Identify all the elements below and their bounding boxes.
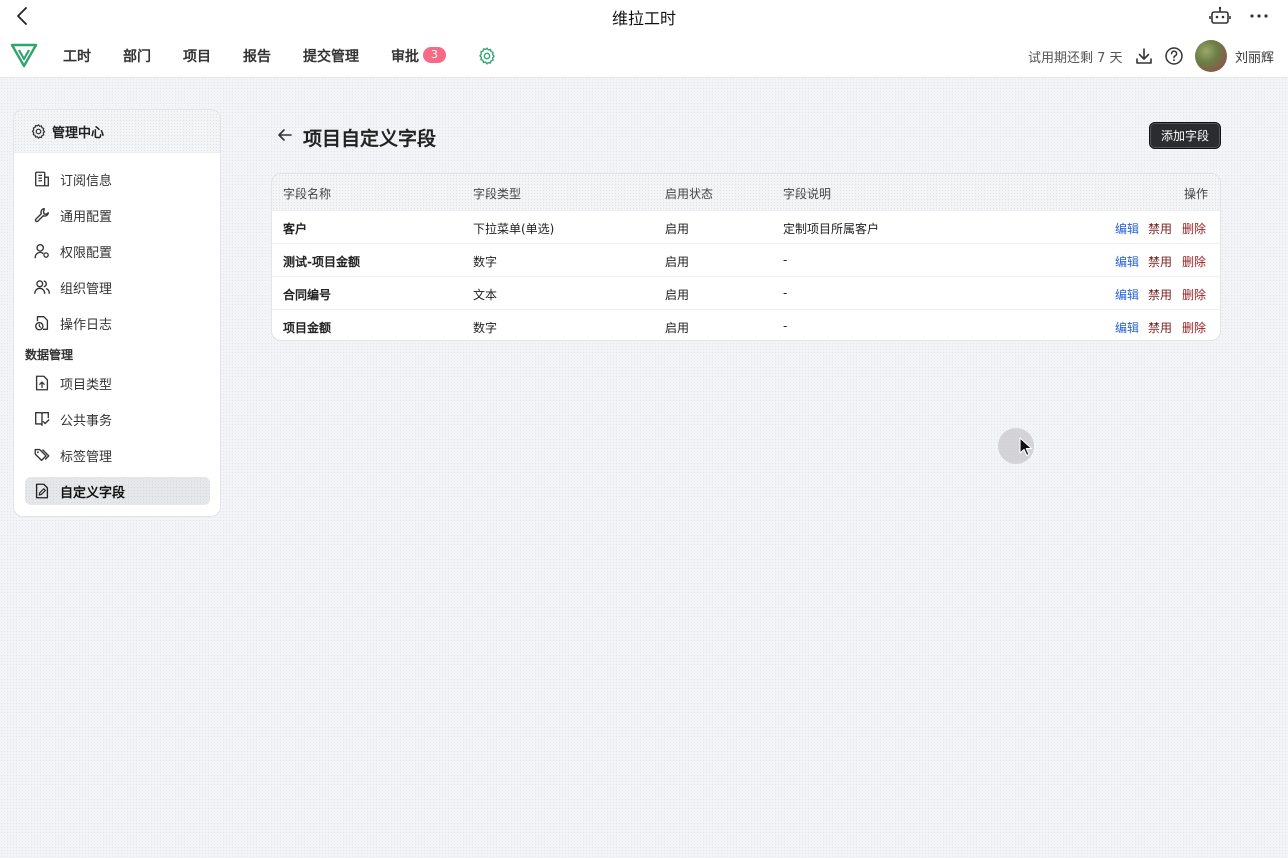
column-header-description: 字段说明 [783, 187, 832, 201]
sidebar-item-label: 项目类型 [60, 377, 113, 393]
column-header-type: 字段类型 [473, 187, 522, 201]
sidebar-item-label: 通用配置 [60, 209, 113, 225]
trial-remaining-text: 试用期还剩 7 天 [1028, 51, 1123, 66]
help-icon[interactable] [1164, 46, 1184, 66]
page-title: 项目自定义字段 [303, 128, 437, 150]
disable-link[interactable]: 禁用 [1148, 286, 1172, 303]
table-row: 合同编号 文本 启用 - 编辑 禁用 删除 [272, 276, 1220, 309]
table-header: 字段名称 字段类型 启用状态 字段说明 操作 [272, 174, 1220, 210]
field-status: 启用 [665, 288, 690, 302]
edit-link[interactable]: 编辑 [1115, 286, 1139, 303]
table-row: 项目金额 数字 启用 - 编辑 禁用 删除 [272, 309, 1220, 340]
column-header-status: 启用状态 [665, 187, 714, 201]
nav-item-hours[interactable]: 工时 [63, 46, 91, 66]
field-type: 数字 [473, 321, 498, 335]
sidebar-item-operation-log[interactable]: 操作日志 [25, 309, 210, 337]
book-check-icon [35, 412, 50, 426]
sidebar-item-label: 组织管理 [60, 281, 113, 297]
custom-fields-table: 字段名称 字段类型 启用状态 字段说明 操作 客户 下拉菜单(单选) 启用 定制… [271, 173, 1221, 341]
chevron-left-icon[interactable] [12, 5, 34, 27]
field-description: - [783, 319, 788, 333]
sidebar-item-project-type[interactable]: 项目类型 [25, 369, 210, 397]
column-header-name: 字段名称 [283, 187, 332, 201]
arrow-left-icon[interactable] [276, 126, 294, 144]
delete-link[interactable]: 删除 [1182, 286, 1206, 303]
users-icon [34, 280, 50, 294]
field-type: 数字 [473, 255, 498, 269]
nav-item-department[interactable]: 部门 [123, 46, 151, 66]
field-status: 启用 [665, 222, 690, 236]
file-clock-icon [35, 316, 49, 331]
approval-count-badge: 3 [423, 47, 446, 63]
disable-link[interactable]: 禁用 [1148, 253, 1172, 270]
building-icon [35, 171, 49, 187]
delete-link[interactable]: 删除 [1182, 253, 1206, 270]
add-field-button[interactable]: 添加字段 [1149, 122, 1221, 149]
title-bar: 维拉工时 [0, 0, 1288, 33]
robot-icon[interactable] [1209, 6, 1231, 26]
sidebar-item-label: 权限配置 [60, 245, 113, 261]
field-type: 文本 [473, 288, 498, 302]
disable-link[interactable]: 禁用 [1148, 319, 1172, 336]
nav-item-project[interactable]: 项目 [183, 46, 211, 66]
delete-link[interactable]: 删除 [1182, 319, 1206, 336]
field-description: - [783, 286, 788, 300]
nav-item-submission[interactable]: 提交管理 [303, 46, 359, 66]
delete-link[interactable]: 删除 [1182, 220, 1206, 237]
app-title: 维拉工时 [611, 8, 676, 28]
field-name: 测试-项目金额 [283, 255, 360, 269]
field-description: - [783, 253, 788, 267]
field-name: 项目金额 [283, 321, 332, 335]
field-type: 下拉菜单(单选) [473, 222, 555, 236]
field-name: 合同编号 [283, 288, 332, 302]
field-status: 启用 [665, 321, 690, 335]
sidebar-item-organization[interactable]: 组织管理 [25, 273, 210, 301]
table-row: 测试-项目金额 数字 启用 - 编辑 禁用 删除 [272, 243, 1220, 276]
file-upload-icon [35, 375, 49, 391]
sidebar-item-label: 公共事务 [60, 413, 113, 429]
mouse-pointer-icon [1019, 437, 1033, 457]
sidebar-title: 管理中心 [52, 125, 105, 141]
gear-icon[interactable] [477, 46, 497, 66]
sidebar-header: 管理中心 [14, 110, 220, 153]
sidebar-item-general-config[interactable]: 通用配置 [25, 201, 210, 229]
field-status: 启用 [665, 255, 690, 269]
tags-icon [34, 448, 50, 462]
file-edit-icon [35, 483, 49, 499]
edit-link[interactable]: 编辑 [1115, 253, 1139, 270]
sidebar-item-permission[interactable]: 权限配置 [25, 237, 210, 265]
edit-link[interactable]: 编辑 [1115, 319, 1139, 336]
sidebar-section-data: 数据管理 [25, 348, 74, 362]
edit-link[interactable]: 编辑 [1115, 220, 1139, 237]
user-name[interactable]: 刘丽辉 [1235, 47, 1274, 66]
column-header-actions: 操作 [1184, 187, 1209, 201]
top-navbar: 工时 部门 项目 报告 提交管理 审批 3 试用期还剩 7 天 刘丽辉 [0, 33, 1288, 78]
sidebar-item-label: 自定义字段 [60, 485, 126, 501]
field-description: 定制项目所属客户 [783, 222, 880, 236]
nav-item-report[interactable]: 报告 [243, 46, 271, 66]
sidebar-item-label: 操作日志 [60, 317, 113, 333]
avatar[interactable] [1195, 40, 1227, 72]
sidebar-item-label: 订阅信息 [60, 173, 113, 189]
admin-sidebar: 管理中心 订阅信息 通用配置 权限配置 组织管理 操作日志 数据管理 项目类型 … [13, 109, 221, 517]
more-dots-icon[interactable] [1248, 6, 1270, 26]
sidebar-item-subscription[interactable]: 订阅信息 [25, 165, 210, 193]
sidebar-item-public-affairs[interactable]: 公共事务 [25, 405, 210, 433]
sidebar-item-label: 标签管理 [60, 449, 113, 465]
wrench-icon [34, 208, 49, 223]
field-name: 客户 [283, 222, 308, 236]
user-settings-icon [34, 244, 49, 259]
v-logo-icon[interactable] [10, 41, 38, 69]
nav-item-approval[interactable]: 审批 [391, 46, 419, 66]
table-row: 客户 下拉菜单(单选) 启用 定制项目所属客户 编辑 禁用 删除 [272, 210, 1220, 243]
sidebar-item-custom-fields[interactable]: 自定义字段 [25, 477, 210, 505]
gear-icon [31, 123, 46, 139]
download-icon[interactable] [1134, 46, 1154, 66]
sidebar-item-tag-management[interactable]: 标签管理 [25, 441, 210, 469]
disable-link[interactable]: 禁用 [1148, 220, 1172, 237]
